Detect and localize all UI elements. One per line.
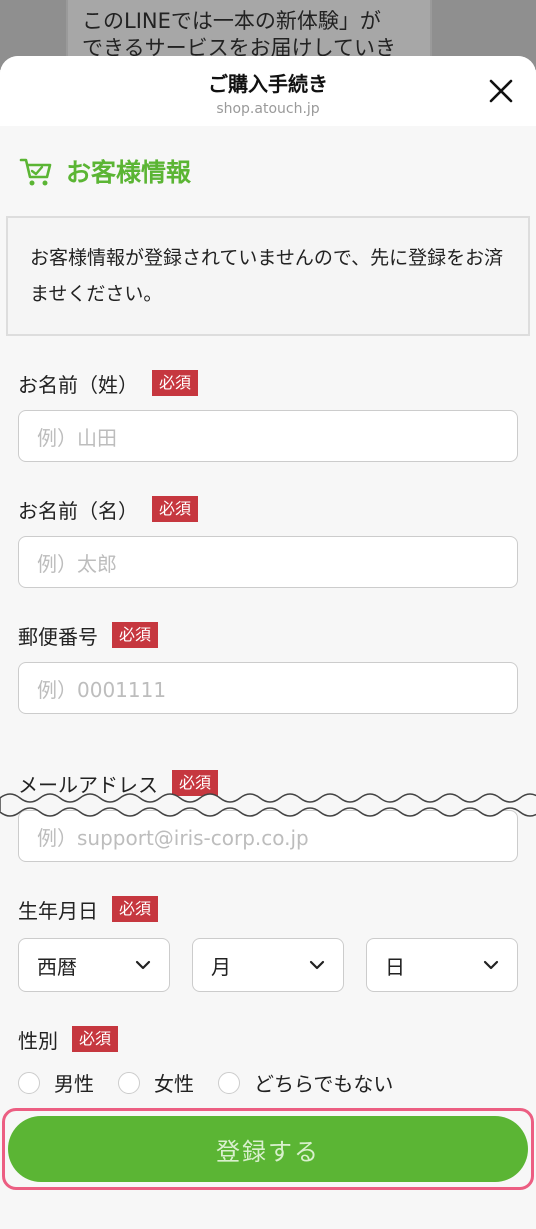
- required-badge: 必須: [112, 896, 159, 922]
- register-button[interactable]: 登録する: [8, 1116, 528, 1182]
- birth-month-value: 月: [211, 954, 231, 979]
- cart-icon: [19, 158, 52, 186]
- gender-option-label: どちらでもない: [254, 1072, 394, 1096]
- birth-day-select[interactable]: 日: [366, 938, 518, 992]
- submit-highlight: 登録する: [2, 1108, 534, 1190]
- close-icon[interactable]: [486, 76, 516, 106]
- radio-button[interactable]: [18, 1071, 40, 1094]
- chevron-down-icon: [309, 960, 325, 970]
- birth-month-select[interactable]: 月: [192, 938, 344, 992]
- gender-option-label: 女性: [154, 1072, 194, 1096]
- postal-code-input[interactable]: 例）0001111: [18, 662, 518, 714]
- postal-code-field: 郵便番号 必須 例）0001111: [18, 620, 518, 714]
- first-name-label: お名前（名）: [18, 498, 138, 523]
- gender-option-female[interactable]: 女性: [118, 1068, 194, 1097]
- last-name-field: お名前（姓） 必須 例）山田: [18, 368, 518, 462]
- purchase-sheet: ご購入手続き shop.atouch.jp お客様情報 お客様情報が登録されてい…: [0, 56, 536, 1229]
- wave-divider: [0, 793, 536, 817]
- gender-field: 性別 必須 男性 女性 どちらでもない: [18, 1024, 518, 1097]
- required-badge: 必須: [72, 1026, 119, 1052]
- section-header: お客様情報: [0, 126, 536, 216]
- first-name-input[interactable]: 例）太郎: [18, 536, 518, 588]
- notice-box: お客様情報が登録されていませんので、先に登録をお済ませください。: [6, 216, 530, 336]
- birth-year-value: 西暦: [37, 954, 77, 979]
- required-badge: 必須: [112, 622, 159, 648]
- birth-year-select[interactable]: 西暦: [18, 938, 170, 992]
- postal-code-label: 郵便番号: [18, 624, 98, 649]
- required-badge: 必須: [152, 496, 199, 522]
- section-title: お客様情報: [66, 158, 192, 187]
- chevron-down-icon: [135, 960, 151, 970]
- chevron-down-icon: [483, 960, 499, 970]
- customer-form: お名前（姓） 必須 例）山田 お名前（名） 必須 例）太郎 郵便番号 必須 例）…: [0, 368, 536, 1097]
- gender-option-none[interactable]: どちらでもない: [218, 1068, 393, 1097]
- gender-option-male[interactable]: 男性: [18, 1068, 94, 1097]
- sheet-header: ご購入手続き shop.atouch.jp: [0, 56, 536, 126]
- radio-button[interactable]: [218, 1071, 240, 1094]
- birth-day-value: 日: [385, 954, 405, 979]
- last-name-label: お名前（姓）: [18, 372, 138, 397]
- first-name-field: お名前（名） 必須 例）太郎: [18, 494, 518, 588]
- gender-option-label: 男性: [54, 1072, 94, 1096]
- birthday-label: 生年月日: [18, 898, 98, 923]
- sheet-title: ご購入手続き: [208, 72, 328, 96]
- last-name-input[interactable]: 例）山田: [18, 410, 518, 462]
- gender-label: 性別: [18, 1028, 58, 1053]
- radio-button[interactable]: [118, 1071, 140, 1094]
- birthday-field: 生年月日 必須 西暦 月 日: [18, 894, 518, 992]
- required-badge: 必須: [152, 370, 199, 396]
- sheet-domain: shop.atouch.jp: [216, 101, 320, 117]
